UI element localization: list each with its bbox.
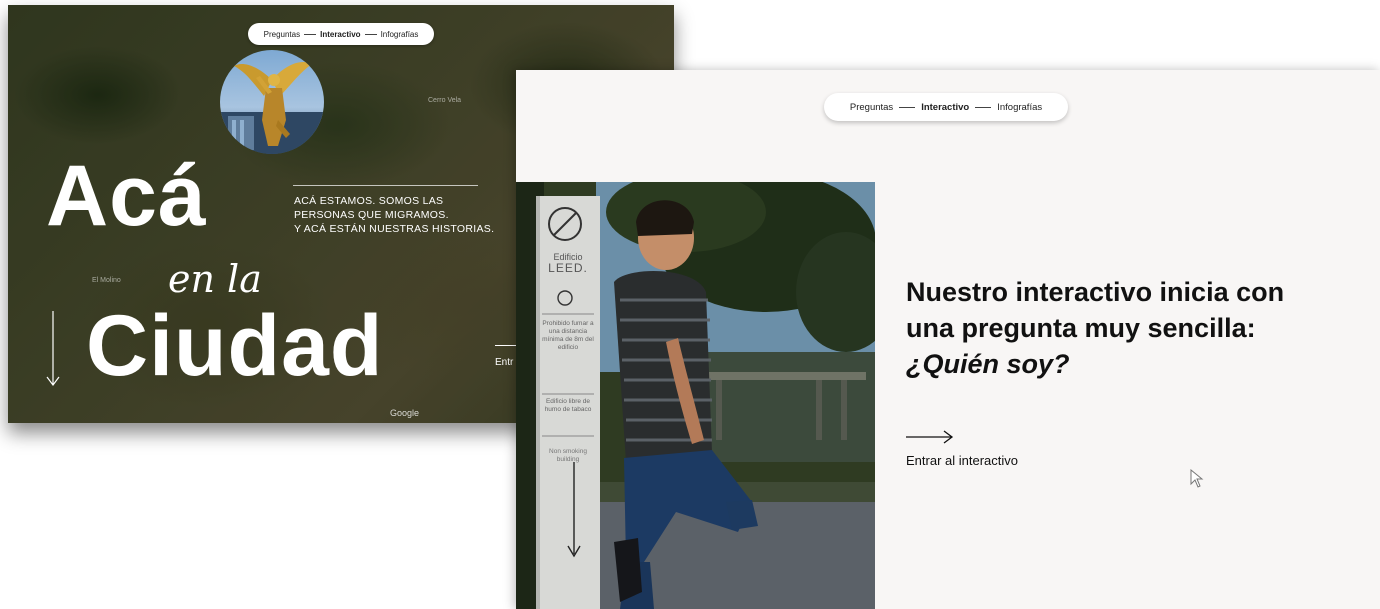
sign-text: Edificio libre de humo de tabaco (544, 398, 592, 413)
nav-item-interactivo[interactable]: Interactivo (921, 102, 969, 113)
map-label: Cerro Vela (428, 97, 462, 104)
arrow-right-icon[interactable] (906, 430, 954, 444)
nav-separator (975, 106, 992, 108)
nav-item-interactivo[interactable]: Interactivo (320, 30, 360, 39)
sign-text: Non smoking building (549, 448, 587, 463)
tagline-line: ACÁ ESTAMOS. SOMOS LAS (294, 195, 444, 207)
nav-separator (304, 33, 317, 35)
mouse-cursor-icon (1190, 469, 1204, 488)
tagline-line: PERSONAS QUE MIGRAMOS. (294, 209, 449, 221)
tagline-divider (293, 185, 478, 186)
nav-item-infografias[interactable]: Infografías (381, 30, 419, 39)
sign-title: Edificio LEED. (540, 252, 596, 274)
section-nav: Preguntas Interactivo Infografías (248, 23, 434, 45)
map-label: El Molino (92, 277, 121, 284)
angel-statue-image (220, 50, 324, 154)
screenshot-stage: Cerro Vela El Molino Preguntas Interacti… (0, 0, 1380, 609)
enter-interactive-link[interactable]: Entrar al interactivo (906, 453, 1018, 468)
headline-emphasis: ¿Quién soy? (906, 349, 1070, 379)
angel-statue-illustration (220, 61, 324, 154)
nav-item-preguntas[interactable]: Preguntas (850, 102, 893, 113)
tagline-line: Y ACÁ ESTÁN NUESTRAS HISTORIAS. (294, 223, 495, 235)
young-man-photo: Edificio LEED. Prohibido fumar a una dis… (516, 182, 875, 609)
nav-separator (364, 33, 377, 35)
nav-item-infografias[interactable]: Infografías (997, 102, 1042, 113)
section-nav: Preguntas Interactivo Infografías (824, 93, 1068, 121)
intro-headline: Nuestro interactivo inicia con una pregu… (906, 274, 1326, 382)
interactive-intro-window: Preguntas Interactivo Infografías Edific… (516, 70, 1380, 609)
hero-title-line-1: Acá (46, 148, 207, 244)
hero-tagline: ACÁ ESTAMOS. SOMOS LAS PERSONAS QUE MIGR… (294, 194, 514, 236)
nav-separator (899, 106, 916, 108)
enter-arrow-line (495, 345, 517, 346)
scroll-down-arrow-icon[interactable] (46, 311, 60, 387)
hero-title-line-2: en la (168, 257, 262, 301)
young-man-photo-illustration (516, 182, 875, 609)
nav-item-preguntas[interactable]: Preguntas (264, 30, 300, 39)
headline-text: Nuestro interactivo inicia con una pregu… (906, 277, 1285, 343)
enter-link-partial[interactable]: Entr (495, 357, 513, 368)
hero-title-line-3: Ciudad (86, 298, 384, 394)
sign-text: Prohibido fumar a una distancia mínima d… (542, 320, 594, 351)
sign-title-line: LEED. (548, 261, 588, 275)
map-attribution: Google (390, 408, 420, 418)
